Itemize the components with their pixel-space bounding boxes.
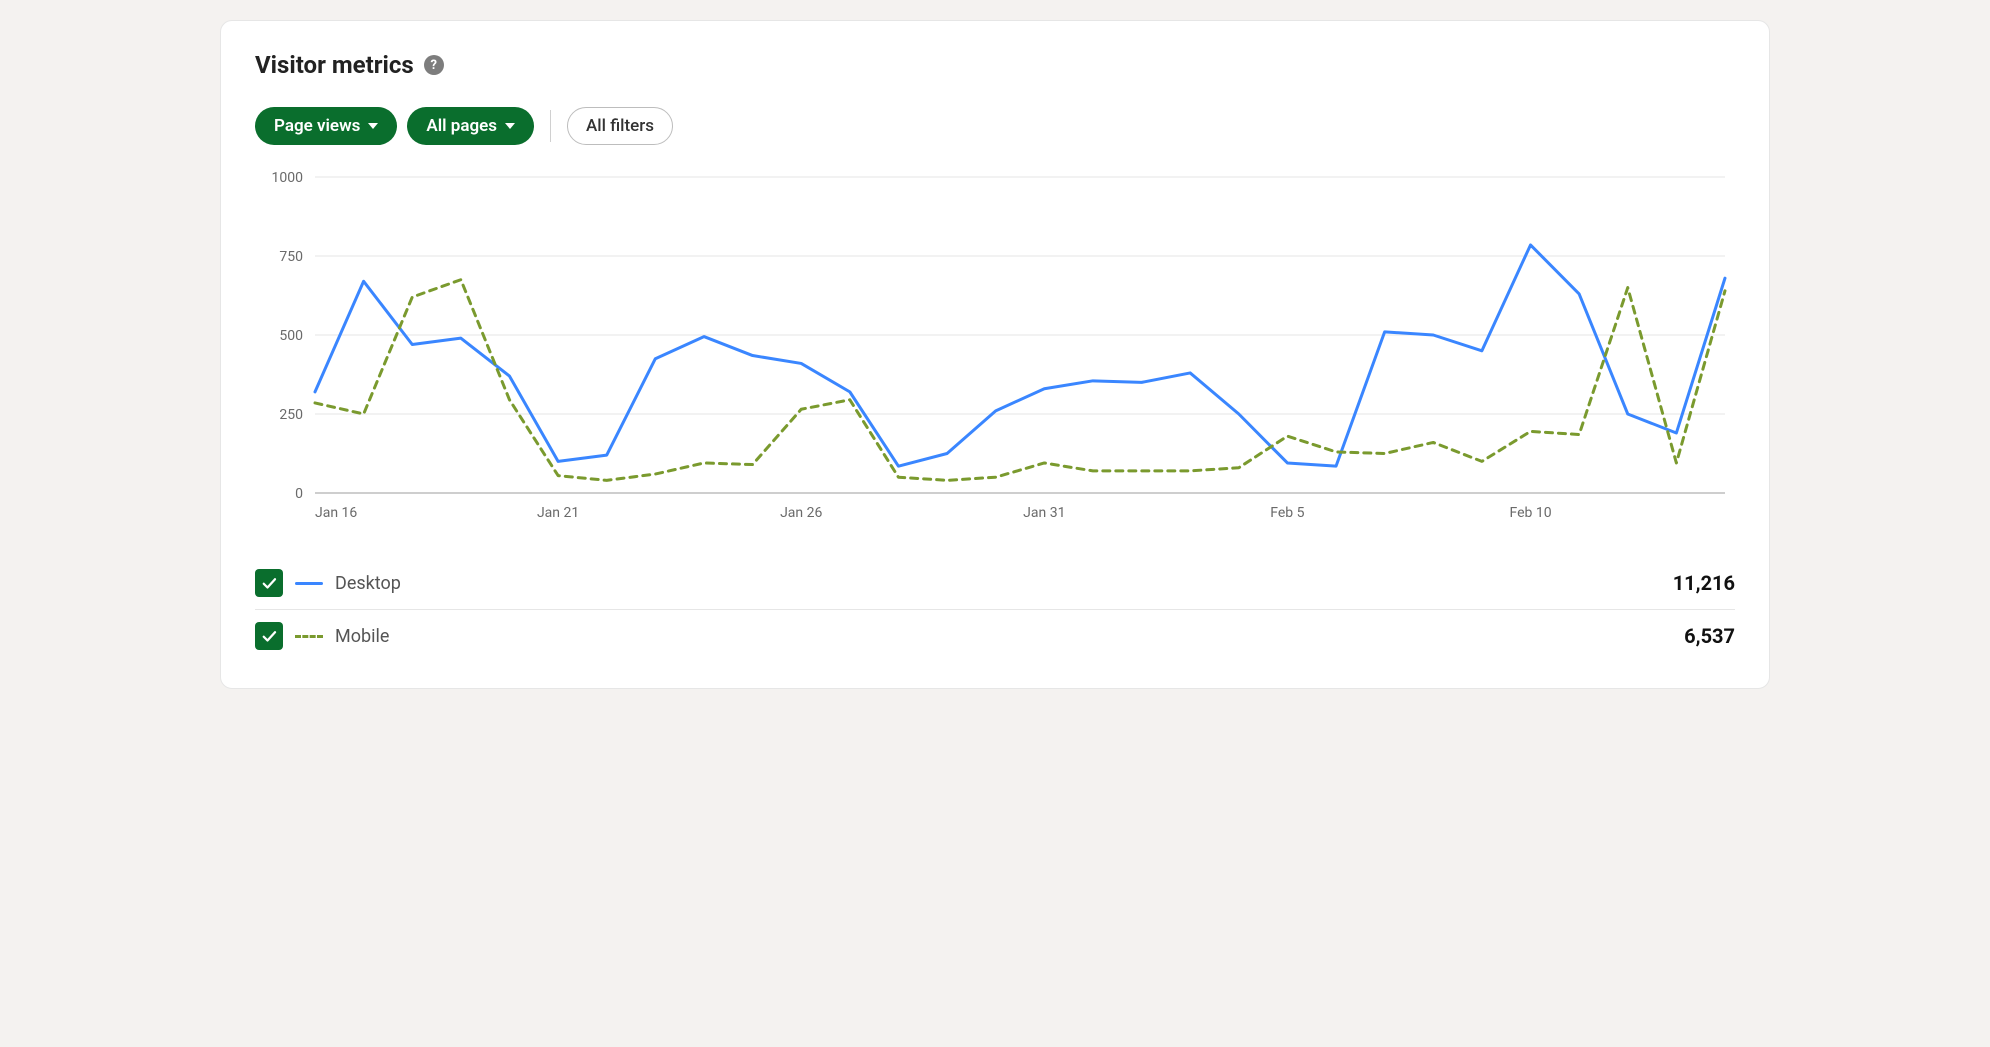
svg-text:Jan 21: Jan 21 — [537, 505, 579, 521]
all-filters-button[interactable]: All filters — [567, 107, 673, 145]
chevron-down-icon — [505, 123, 515, 129]
desktop-checkbox[interactable] — [255, 569, 283, 597]
desktop-total: 11,216 — [1673, 571, 1735, 595]
pages-dropdown[interactable]: All pages — [407, 107, 534, 145]
all-filters-label: All filters — [586, 116, 654, 136]
svg-text:750: 750 — [279, 249, 303, 265]
filter-bar: Page views All pages All filters — [255, 107, 1735, 145]
check-icon — [260, 574, 278, 592]
legend-row-desktop: Desktop 11,216 — [255, 557, 1735, 610]
card-title: Visitor metrics — [255, 51, 414, 79]
desktop-label: Desktop — [335, 573, 401, 594]
pages-dropdown-label: All pages — [426, 116, 497, 136]
mobile-label: Mobile — [335, 626, 389, 647]
svg-text:Feb 5: Feb 5 — [1270, 505, 1304, 521]
desktop-swatch — [295, 582, 323, 585]
svg-text:500: 500 — [279, 328, 303, 344]
mobile-swatch — [295, 635, 323, 638]
svg-text:1000: 1000 — [272, 170, 304, 186]
mobile-total: 6,537 — [1684, 624, 1735, 648]
help-icon[interactable]: ? — [424, 55, 444, 75]
svg-text:Jan 26: Jan 26 — [780, 505, 822, 521]
vertical-divider — [550, 110, 551, 142]
check-icon — [260, 627, 278, 645]
legend-row-mobile: Mobile 6,537 — [255, 610, 1735, 662]
svg-text:0: 0 — [295, 486, 303, 502]
metric-dropdown[interactable]: Page views — [255, 107, 397, 145]
metric-dropdown-label: Page views — [274, 116, 360, 136]
svg-text:250: 250 — [279, 407, 303, 423]
chevron-down-icon — [368, 123, 378, 129]
metrics-card: Visitor metrics ? Page views All pages A… — [220, 20, 1770, 689]
svg-text:Jan 31: Jan 31 — [1023, 505, 1065, 521]
svg-text:Jan 16: Jan 16 — [315, 505, 357, 521]
chart-legend: Desktop 11,216 Mobile 6,537 — [255, 557, 1735, 662]
card-header: Visitor metrics ? — [255, 51, 1735, 79]
svg-text:Feb 10: Feb 10 — [1509, 505, 1551, 521]
mobile-checkbox[interactable] — [255, 622, 283, 650]
line-chart: 0 250 500 750 1000 Jan 16 Jan 21 Jan 26 Jan 31 Fe… — [255, 169, 1735, 529]
